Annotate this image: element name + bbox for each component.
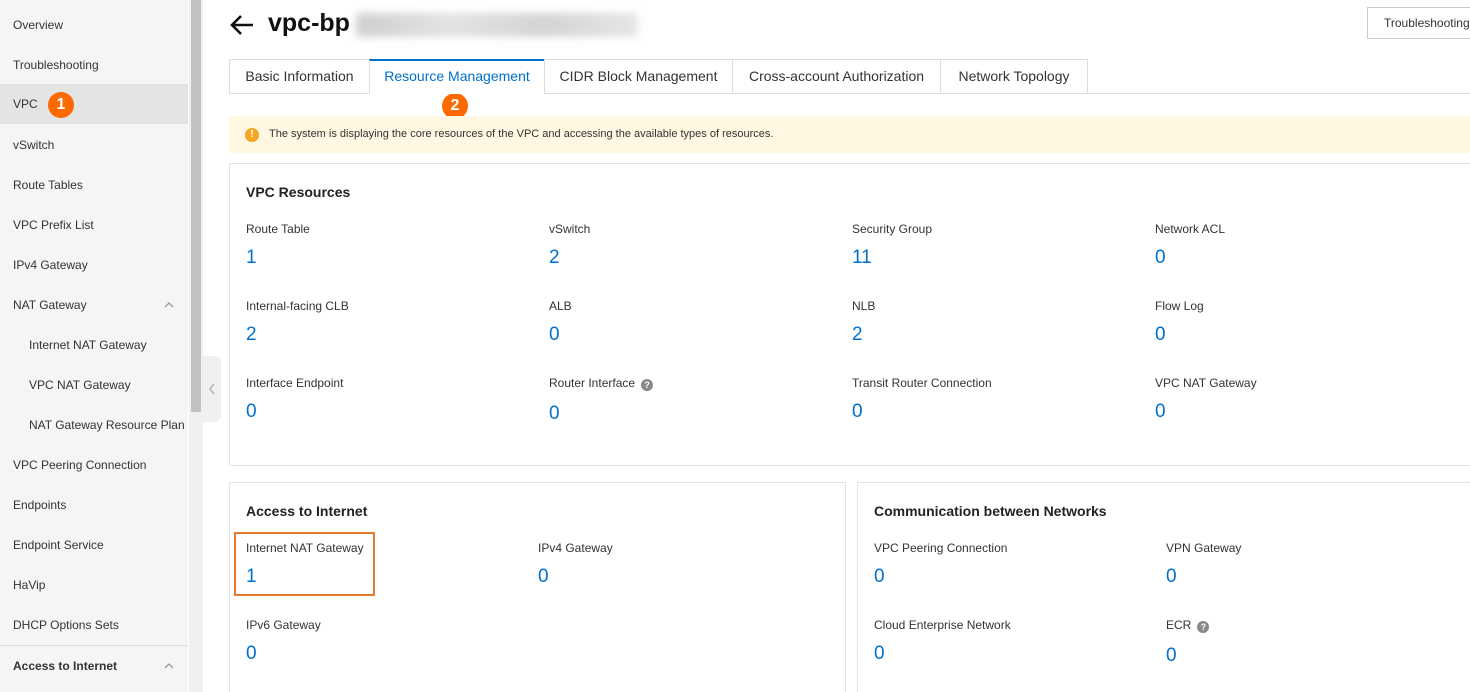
sidebar-item-internet-nat-gateway[interactable]: Internet NAT Gateway	[0, 325, 188, 365]
vpn-gateway-count[interactable]: 0	[1166, 566, 1177, 588]
sidebar-scrollbar[interactable]	[189, 0, 203, 692]
notice-text: The system is displaying the core resour…	[269, 128, 774, 140]
transit-router-connection-count[interactable]: 0	[852, 401, 863, 423]
interface-endpoint-count[interactable]: 0	[246, 401, 257, 423]
alb-count[interactable]: 0	[549, 324, 560, 346]
help-icon[interactable]: ?	[1197, 621, 1210, 633]
step-badge-1: 1	[48, 92, 74, 118]
metric-label: VPC NAT Gateway	[1155, 376, 1257, 390]
sidebar: Overview Troubleshooting VPC vSwitch Rou…	[0, 0, 188, 692]
vpc-resources-title: VPC Resources	[246, 184, 351, 200]
sidebar-item-overview[interactable]: Overview	[0, 5, 188, 45]
tab-cidr-block-management[interactable]: CIDR Block Management	[544, 59, 733, 94]
sidebar-item-ipv4-gateway[interactable]: IPv4 Gateway	[0, 245, 188, 285]
sidebar-section-access-to-internet[interactable]: Access to Internet	[0, 645, 188, 685]
metric-label: Flow Log	[1155, 299, 1204, 313]
sidebar-item-troubleshooting[interactable]: Troubleshooting	[0, 45, 188, 85]
metric-label: IPv4 Gateway	[538, 541, 613, 555]
sidebar-item-vpc[interactable]: VPC	[0, 84, 188, 124]
security-group-count[interactable]: 11	[852, 247, 872, 269]
metric-label: VPC Peering Connection	[874, 541, 1008, 555]
communication-networks-title: Communication between Networks	[874, 503, 1107, 519]
info-notice: ! The system is displaying the core reso…	[229, 116, 1470, 153]
sidebar-item-route-tables[interactable]: Route Tables	[0, 165, 188, 205]
access-to-internet-title: Access to Internet	[246, 503, 368, 519]
tab-basic-information[interactable]: Basic Information	[229, 59, 370, 94]
chevron-up-icon[interactable]	[164, 661, 174, 671]
metric-label: Security Group	[852, 222, 933, 236]
internal-clb-count[interactable]: 2	[246, 324, 257, 346]
flow-log-count[interactable]: 0	[1155, 324, 1166, 346]
page-title: vpc-bp	[268, 9, 350, 37]
highlight-box	[234, 532, 375, 596]
back-arrow-icon[interactable]	[229, 12, 255, 38]
cloud-enterprise-network-count[interactable]: 0	[874, 643, 885, 665]
metric-label: VPN Gateway	[1166, 541, 1242, 555]
network-acl-count[interactable]: 0	[1155, 247, 1166, 269]
sidebar-item-vpc-nat-gateway[interactable]: VPC NAT Gateway	[0, 365, 188, 405]
sidebar-item-vpc-peering-connection[interactable]: VPC Peering Connection	[0, 445, 188, 485]
router-interface-count[interactable]: 0	[549, 403, 560, 425]
ecr-count[interactable]: 0	[1166, 645, 1177, 667]
redacted-vpc-id	[356, 13, 638, 37]
help-icon[interactable]: ?	[641, 379, 654, 391]
metric-label: ALB	[549, 299, 572, 313]
metric-label: Interface Endpoint	[246, 376, 344, 390]
sidebar-item-havip[interactable]: HaVip	[0, 565, 188, 605]
metric-label: vSwitch	[549, 222, 591, 236]
nlb-count[interactable]: 2	[852, 324, 863, 346]
ecr-label: ECR?	[1166, 618, 1210, 633]
metric-label: Network ACL	[1155, 222, 1226, 236]
sidebar-item-nat-gateway[interactable]: NAT Gateway	[0, 285, 188, 325]
metric-label: Cloud Enterprise Network	[874, 618, 1011, 632]
route-table-count[interactable]: 1	[246, 247, 257, 269]
tab-network-topology[interactable]: Network Topology	[940, 59, 1088, 94]
collapse-sidebar-button[interactable]	[203, 356, 221, 422]
vswitch-count[interactable]: 2	[549, 247, 560, 269]
ipv4-gateway-count[interactable]: 0	[538, 566, 549, 588]
troubleshooting-button[interactable]: Troubleshooting	[1367, 7, 1470, 39]
chevron-left-icon	[209, 383, 215, 395]
metric-label: Transit Router Connection	[852, 376, 992, 390]
scrollbar-thumb[interactable]	[191, 0, 201, 412]
sidebar-item-dhcp-options-sets[interactable]: DHCP Options Sets	[0, 605, 188, 645]
vpc-nat-gateway-count[interactable]: 0	[1155, 401, 1166, 423]
metric-label: Route Table	[246, 222, 310, 236]
sidebar-item-vpc-prefix-list[interactable]: VPC Prefix List	[0, 205, 188, 245]
tab-cross-account-authorization[interactable]: Cross-account Authorization	[732, 59, 941, 94]
sidebar-item-nat-gateway-resource-plan[interactable]: NAT Gateway Resource Plan	[0, 405, 188, 445]
router-interface-label: Router Interface?	[549, 376, 654, 391]
warning-icon: !	[245, 128, 259, 142]
sidebar-item-vswitch[interactable]: vSwitch	[0, 125, 188, 165]
metric-label: IPv6 Gateway	[246, 618, 321, 632]
ipv6-gateway-count[interactable]: 0	[246, 643, 257, 665]
vpc-resources-card	[229, 163, 1470, 466]
sidebar-item-endpoint-service[interactable]: Endpoint Service	[0, 525, 188, 565]
sidebar-item-endpoints[interactable]: Endpoints	[0, 485, 188, 525]
metric-label: NLB	[852, 299, 876, 313]
chevron-up-icon[interactable]	[164, 300, 174, 310]
tab-resource-management[interactable]: Resource Management	[369, 59, 545, 94]
vpc-peering-connection-count[interactable]: 0	[874, 566, 885, 588]
metric-label: Internal-facing CLB	[246, 299, 349, 313]
